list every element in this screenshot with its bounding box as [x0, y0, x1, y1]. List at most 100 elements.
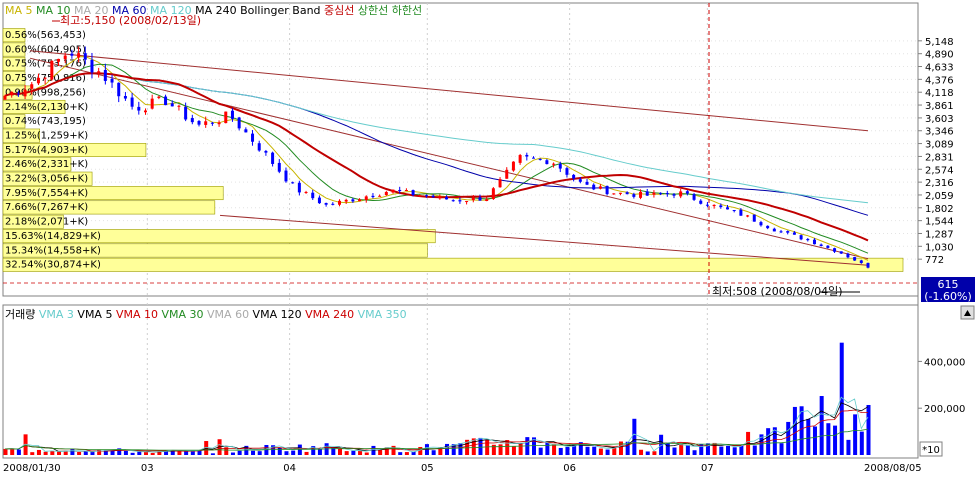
legend-entry[interactable]: VMA 240 — [302, 308, 355, 321]
volume-bar — [505, 440, 510, 455]
legend-entry[interactable]: 상한선 — [354, 4, 388, 17]
candle-body — [378, 195, 382, 197]
candle-body — [418, 195, 422, 197]
volume-bar — [552, 444, 557, 455]
volume-bar — [538, 447, 543, 455]
price-tick-label: 2,574 — [925, 165, 954, 176]
volume-profile-label: 7.95%(7,554+K) — [5, 188, 88, 199]
volume-profile-label: 2.14%(2,130+K) — [5, 102, 88, 113]
volume-bar — [251, 450, 256, 455]
volume-bar — [833, 425, 838, 455]
volume-bar — [351, 450, 356, 455]
candle-body — [726, 207, 730, 210]
volume-profile-label: 2.18%(2,071+K) — [5, 217, 88, 228]
candle-body — [866, 262, 870, 268]
legend-entry[interactable]: VMA 30 — [158, 308, 204, 321]
legend-entry[interactable]: VMA 10 — [112, 308, 158, 321]
candle-body — [143, 110, 147, 113]
candle-body — [103, 69, 107, 81]
legend-entry[interactable]: VMA 5 — [74, 308, 113, 321]
volume-profile-label: 2.46%(2,331+K) — [5, 159, 88, 170]
volume-bar — [846, 439, 851, 455]
candle-body — [57, 58, 61, 62]
legend-entry[interactable]: VMA 120 — [249, 308, 302, 321]
volume-bar — [177, 450, 182, 455]
volume-bar — [786, 421, 791, 455]
legend-entry[interactable]: VMA 60 — [204, 308, 250, 321]
candle-body — [578, 179, 582, 182]
volume-bar — [57, 451, 62, 455]
candle-body — [217, 122, 221, 125]
volume-bar — [859, 431, 864, 455]
candle-body — [3, 95, 7, 100]
svg-text:*10: *10 — [922, 445, 940, 456]
candle-body — [23, 89, 27, 97]
candle-body — [451, 200, 455, 202]
date-tick-label: 06 — [563, 463, 576, 474]
candle-body — [532, 157, 536, 159]
high-annotation: 최고:5,150 (2008/02/13일) — [60, 13, 201, 27]
candle-body — [70, 53, 74, 56]
legend-entry[interactable]: 중심선 — [321, 4, 355, 17]
legend-entry[interactable]: 거래량 — [5, 308, 35, 321]
candle-body — [846, 253, 850, 258]
candle-body — [779, 231, 783, 233]
candle-body — [384, 191, 388, 196]
price-tick-label: 1,802 — [925, 204, 954, 215]
low-annotation: 최저:508 (2008/08/04일) — [712, 284, 843, 298]
volume-bar — [739, 445, 744, 455]
volume-bar — [391, 445, 396, 455]
candle-body — [331, 203, 335, 205]
candle-body — [585, 181, 589, 185]
candle-body — [826, 245, 830, 248]
price-tick-label: 2,831 — [925, 152, 954, 163]
volume-bar — [632, 418, 637, 455]
candle-body — [197, 120, 201, 125]
volume-profile-label: 15.63%(14,829+K) — [5, 231, 101, 242]
candle-body — [592, 184, 596, 190]
volume-pane[interactable] — [2, 304, 919, 459]
volume-bar — [826, 423, 831, 455]
legend-entry[interactable]: VMA 350 — [354, 308, 407, 321]
volume-profile-label: 0.56%(563,453) — [5, 30, 86, 41]
candle-body — [478, 197, 482, 201]
candle-body — [485, 199, 489, 202]
candle-body — [137, 106, 141, 111]
legend-entry[interactable]: VMA 3 — [35, 308, 74, 321]
candle-body — [130, 97, 134, 107]
volume-profile-label: 1.25%(1,259+K) — [5, 130, 88, 141]
candle-body — [204, 121, 208, 125]
candle-body — [117, 82, 121, 97]
volume-bar — [585, 446, 590, 455]
candle-body — [792, 232, 796, 235]
candle-body — [351, 199, 355, 202]
candle-body — [491, 188, 495, 200]
volume-bar — [772, 427, 777, 455]
volume-axis: 400,000 200,000 — [918, 357, 965, 415]
candle-body — [391, 189, 395, 193]
volume-bar — [150, 453, 155, 455]
volume-bar — [277, 447, 282, 455]
candle-body — [344, 199, 348, 202]
candle-body — [766, 225, 770, 229]
zoom-multiplier[interactable]: *10 — [919, 441, 943, 457]
volume-profile-label: 0.60%(604,905) — [5, 44, 86, 55]
volume-tick-label: 200,000 — [924, 404, 965, 415]
legend-entry[interactable]: 하한선 — [388, 3, 422, 17]
legend-entry[interactable]: MA 5 — [5, 4, 33, 17]
candle-body — [705, 204, 709, 206]
candle-body — [371, 195, 375, 198]
candle-body — [859, 260, 863, 263]
candle-body — [237, 117, 241, 129]
pane-scroll-button[interactable] — [960, 305, 975, 320]
volume-bar — [598, 448, 603, 455]
volume-bar — [63, 451, 68, 455]
candle-body — [552, 163, 556, 165]
volume-tick-label: 400,000 — [924, 357, 965, 368]
candle-body — [291, 182, 295, 184]
date-tick-label: 07 — [701, 463, 714, 474]
candle-body — [431, 195, 435, 198]
legend-entry[interactable]: Bollinger Band — [237, 4, 321, 17]
candle-body — [438, 196, 442, 199]
candle-body — [558, 163, 562, 169]
